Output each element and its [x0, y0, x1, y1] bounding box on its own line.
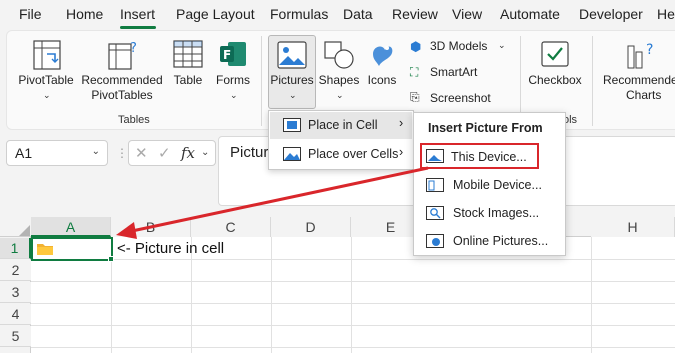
annotation-arrow: [116, 166, 429, 239]
